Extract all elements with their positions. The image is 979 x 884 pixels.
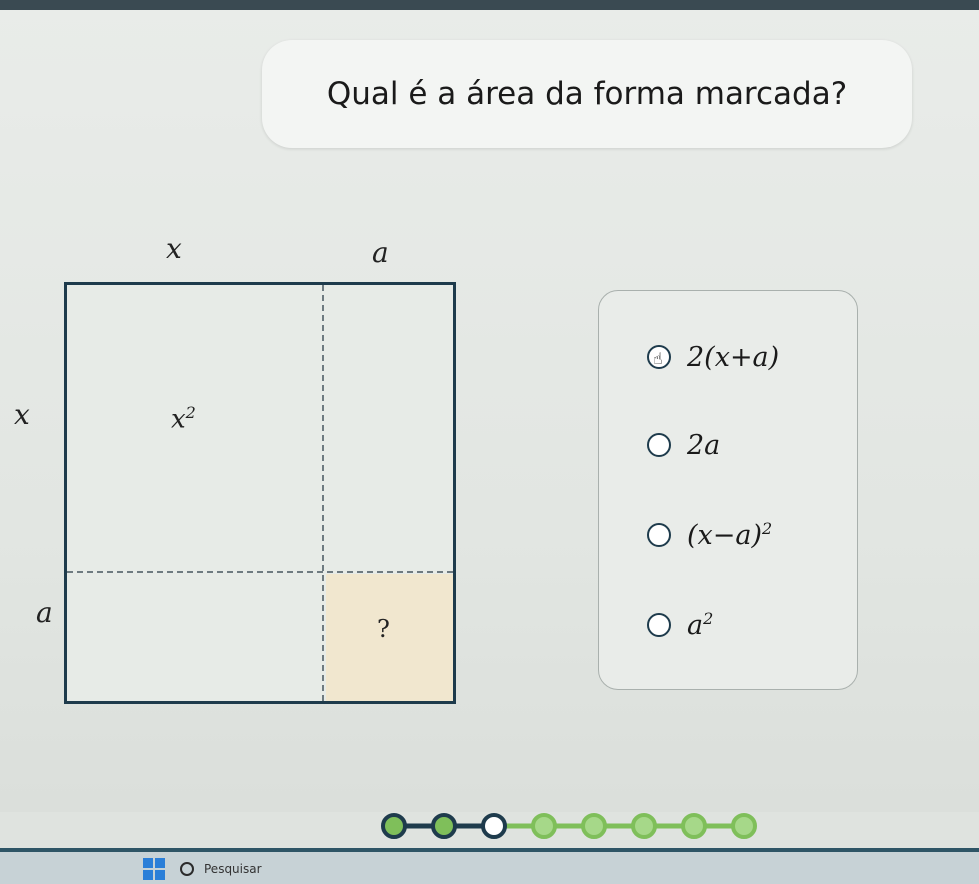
option-label: (x−a)2 [687,519,773,551]
vertical-divider [322,285,324,701]
progress-step-dot [581,813,607,839]
option-a-squared[interactable]: a2 [647,605,713,645]
top-label-x: x [166,232,182,265]
radio-button[interactable] [647,613,671,637]
horizontal-divider [67,571,453,573]
top-label-a: a [372,236,389,269]
taskbar-search[interactable]: Pesquisar [180,858,360,880]
progress-step-dot [531,813,557,839]
option-2-x-plus-a[interactable]: ☝ 2(x+a) [647,337,779,377]
progress-step-dot [681,813,707,839]
question-text: Qual é a área da forma marcada? [326,76,848,112]
progress-step-dot [381,813,407,839]
x-squared-label: x2 [171,403,196,435]
search-icon [180,862,194,876]
taskbar: Pesquisar [0,848,979,884]
side-label-x: x [14,398,30,431]
side-label-a: a [36,596,53,629]
windows-start-icon[interactable] [143,858,165,880]
area-diagram: x2 ? [64,282,456,704]
progress-step-dot [631,813,657,839]
progress-indicator [381,813,757,839]
option-x-minus-a-squared[interactable]: (x−a)2 [647,515,772,555]
search-placeholder: Pesquisar [204,862,262,876]
radio-button[interactable]: ☝ [647,345,671,369]
radio-button[interactable] [647,433,671,457]
progress-step-dot [431,813,457,839]
question-card: Qual é a área da forma marcada? [262,40,912,148]
option-2a[interactable]: 2a [647,425,720,465]
unknown-area-label: ? [377,615,390,643]
radio-button[interactable] [647,523,671,547]
option-label: a2 [687,609,714,641]
hand-pointer-icon: ☝ [653,349,663,368]
top-bar [0,0,979,10]
option-label: 2(x+a) [687,341,780,373]
answer-options-panel: ☝ 2(x+a) 2a (x−a)2 a2 [598,290,858,690]
progress-step-dot [481,813,507,839]
progress-step-dot [731,813,757,839]
option-label: 2a [687,429,721,461]
